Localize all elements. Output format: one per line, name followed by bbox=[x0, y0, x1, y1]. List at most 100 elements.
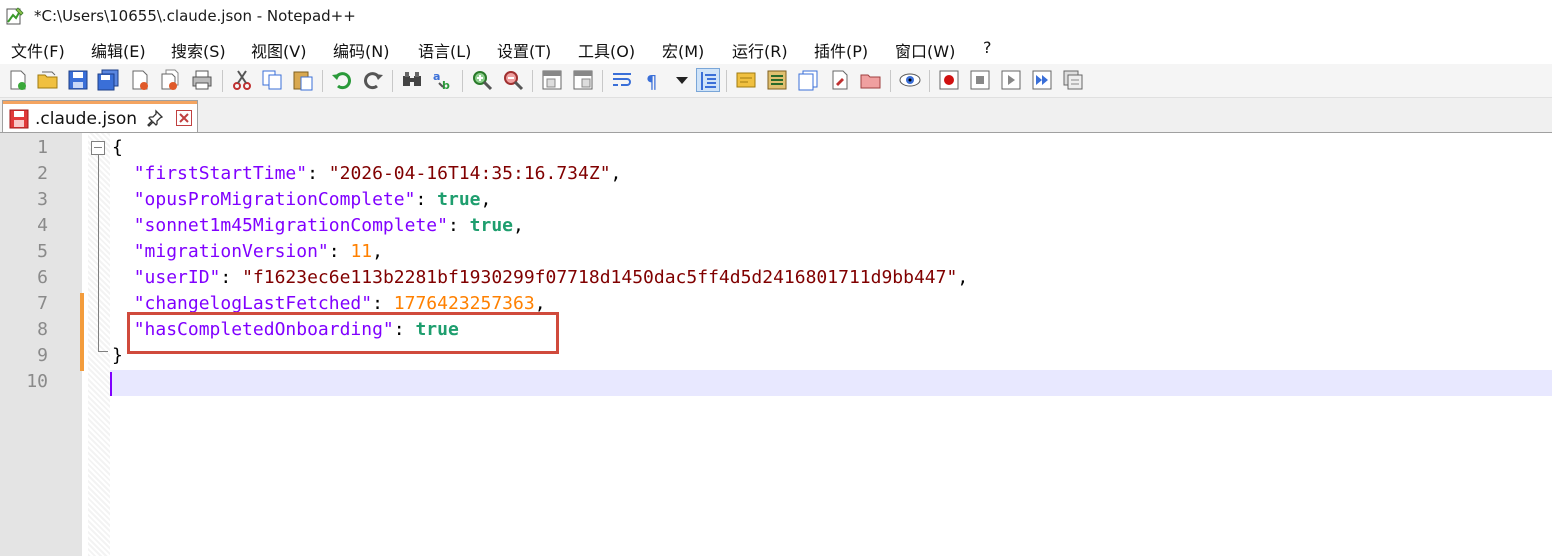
find-icon[interactable] bbox=[400, 68, 424, 92]
replace-icon[interactable]: ab bbox=[431, 68, 455, 92]
function-list-icon[interactable] bbox=[765, 68, 789, 92]
tab-label: .claude.json bbox=[35, 109, 138, 129]
code-token: "migrationVersion" bbox=[133, 241, 329, 262]
close-all-icon[interactable] bbox=[158, 68, 182, 92]
svg-text:b: b bbox=[442, 79, 450, 92]
fold-guide-end bbox=[98, 351, 108, 352]
code-line[interactable]: "userID": "f1623ec6e113b2281bf1930299f07… bbox=[112, 265, 968, 291]
code-line[interactable]: "migrationVersion": 11, bbox=[112, 239, 383, 265]
tab-bar: .claude.json bbox=[0, 98, 1552, 133]
doc-switcher-icon[interactable] bbox=[828, 68, 852, 92]
line-number: 10 bbox=[26, 371, 48, 392]
code-token: : bbox=[220, 267, 243, 288]
notepadpp-app-icon[interactable] bbox=[5, 6, 25, 26]
svg-text:¶: ¶ bbox=[646, 72, 657, 92]
menu-encoding[interactable]: 编码(N) bbox=[333, 38, 389, 62]
show-all-chars-icon[interactable]: ¶ bbox=[641, 68, 665, 92]
code-line[interactable]: { bbox=[112, 135, 123, 161]
stop-macro-icon[interactable] bbox=[968, 68, 992, 92]
toolbar-separator bbox=[890, 70, 891, 92]
folder-workspace-icon[interactable] bbox=[859, 68, 883, 92]
code-token: , bbox=[513, 215, 524, 236]
word-wrap-icon[interactable] bbox=[610, 68, 634, 92]
code-token: 1776423257363 bbox=[393, 293, 535, 314]
toolbar-separator bbox=[726, 70, 727, 92]
play-macro-icon[interactable] bbox=[999, 68, 1023, 92]
toolbar: ab ¶ bbox=[0, 64, 1552, 98]
code-token: , bbox=[480, 189, 492, 210]
menu-window[interactable]: 窗口(W) bbox=[895, 38, 955, 62]
code-token: "firstStartTime" bbox=[133, 163, 308, 184]
paste-icon[interactable] bbox=[291, 68, 315, 92]
record-macro-icon[interactable] bbox=[937, 68, 961, 92]
line-number: 6 bbox=[37, 267, 48, 288]
menu-search[interactable]: 搜索(S) bbox=[171, 38, 226, 62]
text-caret bbox=[110, 372, 112, 396]
indent-guide-icon[interactable] bbox=[696, 68, 720, 92]
dropdown-arrow-icon[interactable] bbox=[670, 68, 694, 92]
save-macro-icon[interactable] bbox=[1061, 68, 1085, 92]
change-history-marker bbox=[80, 293, 84, 371]
redo-icon[interactable] bbox=[361, 68, 385, 92]
annotation-highlight-box bbox=[127, 312, 559, 354]
line-number: 9 bbox=[37, 345, 48, 366]
fold-toggle-icon[interactable] bbox=[91, 141, 105, 155]
doc-list-icon[interactable] bbox=[796, 68, 820, 92]
line-number: 5 bbox=[37, 241, 48, 262]
save-all-icon[interactable] bbox=[96, 68, 120, 92]
monitoring-icon[interactable] bbox=[898, 68, 922, 92]
line-number: 1 bbox=[37, 137, 48, 158]
print-icon[interactable] bbox=[190, 68, 214, 92]
toolbar-separator bbox=[532, 70, 533, 92]
code-token: : bbox=[328, 241, 351, 262]
menu-run[interactable]: 运行(R) bbox=[732, 38, 788, 62]
new-file-icon[interactable] bbox=[6, 68, 30, 92]
code-token: "changelogLastFetched" bbox=[133, 293, 373, 314]
menu-macro[interactable]: 宏(M) bbox=[662, 38, 704, 62]
code-line[interactable]: "opusProMigrationComplete": true, bbox=[112, 187, 492, 213]
line-number: 4 bbox=[37, 215, 48, 236]
menu-tools[interactable]: 工具(O) bbox=[578, 38, 635, 62]
menu-view[interactable]: 视图(V) bbox=[251, 38, 306, 62]
close-icon[interactable] bbox=[128, 68, 152, 92]
sync-horizontal-icon[interactable] bbox=[571, 68, 595, 92]
zoom-out-icon[interactable] bbox=[501, 68, 525, 92]
svg-text:a: a bbox=[433, 70, 440, 83]
code-line[interactable]: "firstStartTime": "2026-04-16T14:35:16.7… bbox=[112, 161, 622, 187]
copy-icon[interactable] bbox=[260, 68, 284, 92]
menu-edit[interactable]: 编辑(E) bbox=[91, 38, 146, 62]
cut-icon[interactable] bbox=[230, 68, 254, 92]
code-token: true bbox=[469, 215, 514, 236]
open-file-icon[interactable] bbox=[36, 68, 60, 92]
menu-bar: 文件(F) 编辑(E) 搜索(S) 视图(V) 编码(N) 语言(L) 设置(T… bbox=[0, 34, 1552, 64]
sync-vertical-icon[interactable] bbox=[540, 68, 564, 92]
menu-plugins[interactable]: 插件(P) bbox=[814, 38, 868, 62]
code-token: : bbox=[372, 293, 394, 314]
code-line[interactable]: "sonnet1m45MigrationComplete": true, bbox=[112, 213, 524, 239]
code-token: : bbox=[307, 163, 329, 184]
pin-icon[interactable] bbox=[146, 109, 164, 127]
code-token: 11 bbox=[350, 241, 373, 262]
run-macro-multiple-icon[interactable] bbox=[1030, 68, 1054, 92]
save-icon[interactable] bbox=[66, 68, 90, 92]
menu-file[interactable]: 文件(F) bbox=[11, 38, 65, 62]
editor-area[interactable]: 1 2 3 4 5 6 7 8 9 10 { "firstStartTime": "2026-04… bbox=[0, 133, 1552, 556]
menu-help[interactable]: ? bbox=[983, 38, 992, 57]
code-line[interactable]: } bbox=[112, 343, 123, 369]
line-number: 8 bbox=[37, 319, 48, 340]
line-number: 2 bbox=[37, 163, 48, 184]
fold-margin[interactable] bbox=[88, 133, 110, 556]
tab-claude-json[interactable]: .claude.json bbox=[2, 100, 198, 132]
menu-settings[interactable]: 设置(T) bbox=[497, 38, 551, 62]
menu-language[interactable]: 语言(L) bbox=[418, 38, 471, 62]
code-token: "sonnet1m45MigrationComplete" bbox=[133, 215, 448, 236]
close-tab-icon[interactable] bbox=[176, 110, 192, 126]
doc-map-icon[interactable] bbox=[734, 68, 758, 92]
toolbar-separator bbox=[462, 70, 463, 92]
undo-icon[interactable] bbox=[330, 68, 354, 92]
title-bar: *C:\Users\10655\.claude.json - Notepad++ bbox=[0, 0, 1552, 34]
zoom-in-icon[interactable] bbox=[470, 68, 494, 92]
